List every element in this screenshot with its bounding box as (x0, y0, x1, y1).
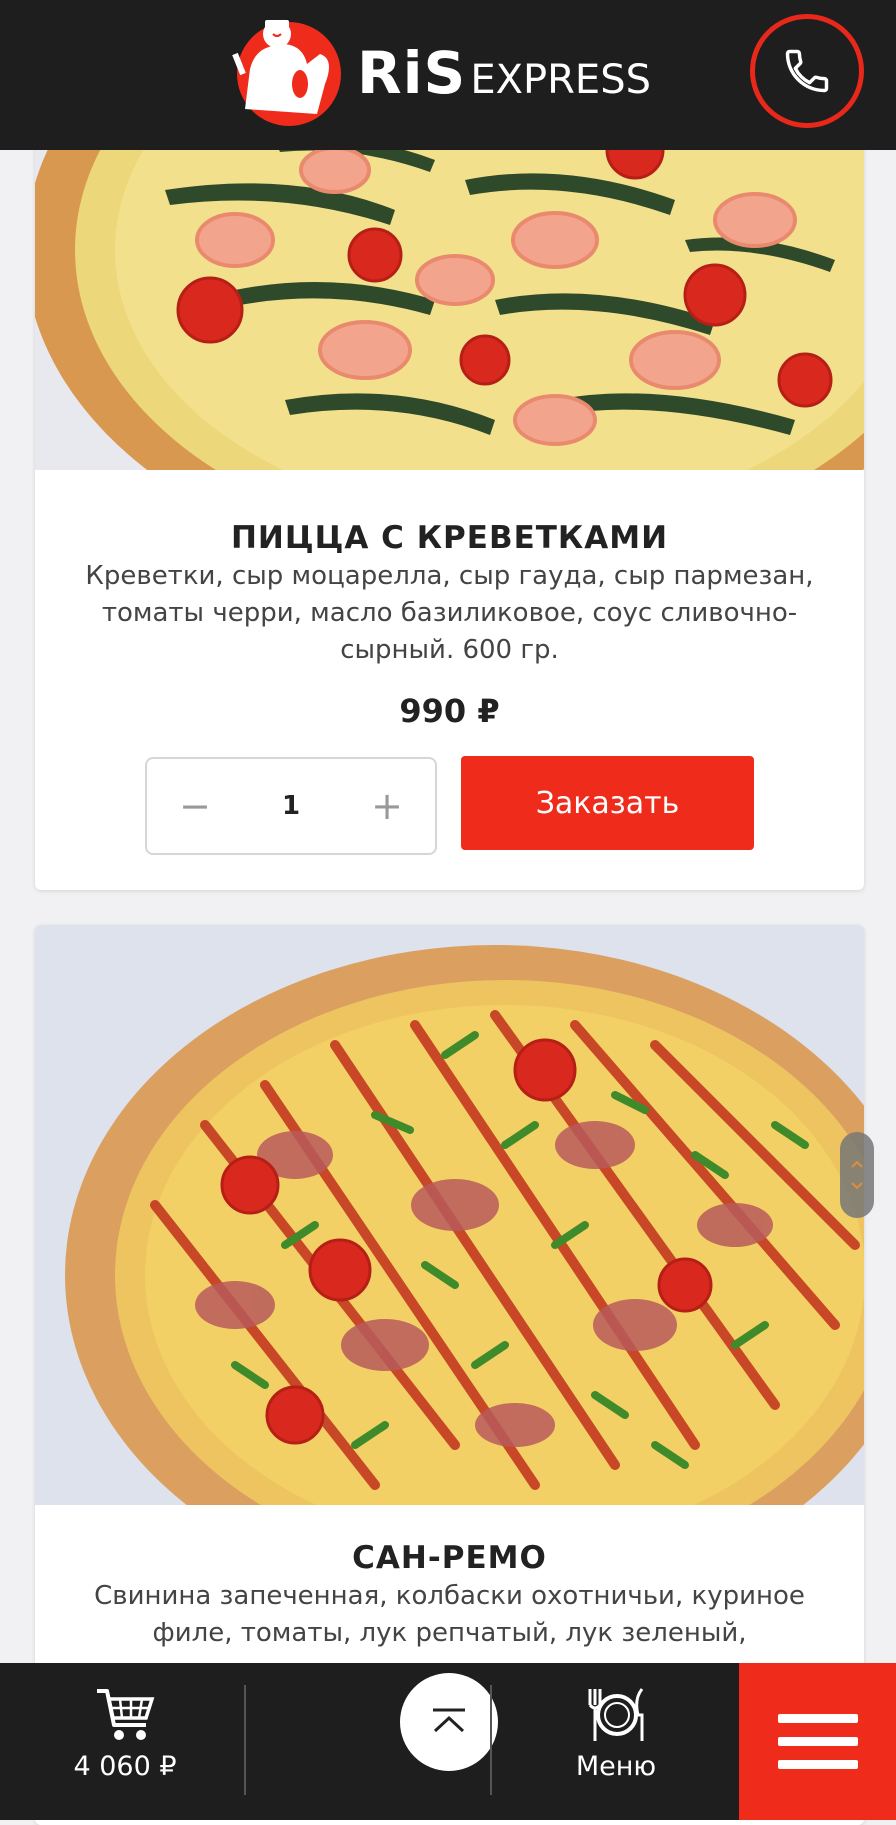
bottom-nav: 4 060 ₽ Меню (0, 1663, 896, 1820)
hamburger-menu-button[interactable] (739, 1663, 896, 1820)
order-button[interactable]: Заказать (461, 756, 754, 850)
top-header: RiS EXPRESS (0, 0, 896, 150)
product-description: Свинина запеченная, колбаски охотничьи, … (94, 1581, 805, 1648)
hamburger-line (777, 1737, 858, 1746)
cart-total: 4 060 ₽ (73, 1751, 177, 1782)
cart-icon (97, 1689, 155, 1740)
logo-text-main: RiS (357, 39, 467, 107)
arrow-up-icon (433, 1708, 465, 1733)
hamburger-line (777, 1714, 858, 1723)
call-button[interactable] (750, 14, 864, 128)
scroll-handle[interactable] (840, 1132, 874, 1218)
product-price: 990 ₽ (399, 692, 500, 730)
quantity-value[interactable]: 1 (282, 791, 300, 821)
quantity-stepper: − 1 + (145, 757, 437, 855)
scroll-arrows-icon (851, 1160, 863, 1190)
menu-label: Меню (575, 1751, 657, 1782)
logo-text-sub: EXPRESS (470, 57, 651, 103)
decrease-button[interactable]: − (175, 784, 215, 828)
increase-button[interactable]: + (367, 784, 407, 828)
phone-icon (785, 49, 829, 93)
product-title: САН-РЕМО (352, 1540, 547, 1576)
logo-mascot-icon (225, 14, 353, 126)
logo[interactable]: RiS EXPRESS (225, 14, 651, 126)
menu-button[interactable]: Меню (560, 1685, 672, 1782)
product-description: Креветки, сыр моцарелла, сыр гауда, сыр … (85, 561, 814, 665)
hamburger-line (777, 1760, 858, 1769)
scroll-to-top-button[interactable] (400, 1673, 498, 1771)
plate-cutlery-icon (588, 1688, 644, 1741)
divider (490, 1685, 492, 1795)
pizza-san-remo-image[interactable] (35, 925, 864, 1505)
product-card: ПИЦЦА С КРЕВЕТКАМИ Креветки, сыр моцарел… (35, 100, 864, 890)
pizza-shrimp-image[interactable] (35, 100, 864, 470)
product-title: ПИЦЦА С КРЕВЕТКАМИ (230, 520, 669, 556)
divider (244, 1685, 246, 1795)
cart-button[interactable]: 4 060 ₽ (60, 1685, 190, 1782)
